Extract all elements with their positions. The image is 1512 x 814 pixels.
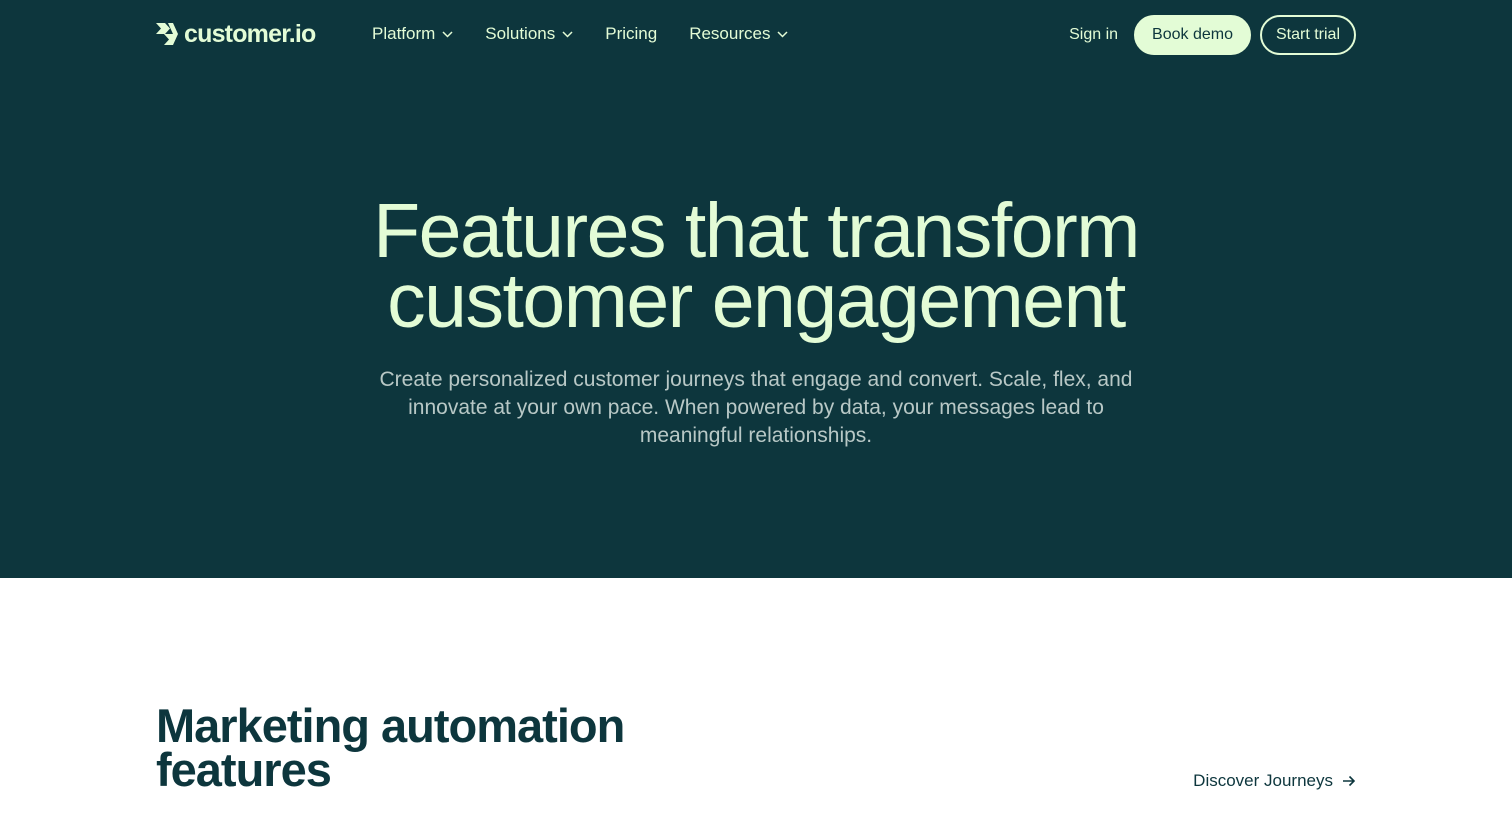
hero-subtitle: Create personalized customer journeys th… [379,368,1133,447]
discover-journeys-label: Discover Journeys [1193,771,1333,790]
logo[interactable]: customer.io [156,20,316,48]
hero-title: Features that transform customer engagem… [0,193,1512,340]
chevron-down-icon [562,30,573,38]
section-title: Marketing automation features [156,699,625,796]
nav-links: Platform Solutions Pricing Resources [372,22,820,46]
nav-actions: Sign in Book demo Start trial [1069,15,1356,55]
book-demo-button[interactable]: Book demo [1134,15,1251,55]
nav-item-platform[interactable]: Platform [372,22,453,46]
hero-section: customer.io Platform Solutions Pricing R… [0,0,1512,578]
start-trial-button[interactable]: Start trial [1259,15,1356,55]
nav-item-resources[interactable]: Resources [689,22,788,46]
arrow-right-icon [1343,775,1356,787]
nav-item-label: Pricing [605,24,658,43]
sign-in-link[interactable]: Sign in [1069,26,1118,44]
features-section: Marketing automation features Discover J… [0,578,1512,814]
nav-item-label: Platform [372,24,436,43]
nav-item-pricing[interactable]: Pricing [605,22,657,46]
top-nav: customer.io Platform Solutions Pricing R… [0,0,1512,70]
logo-mark-icon [156,23,178,45]
chevron-down-icon [777,30,788,38]
nav-item-label: Resources [689,24,771,43]
hero-title-line-2: customer engagement [387,258,1126,344]
logo-text: customer.io [184,20,316,48]
discover-journeys-link[interactable]: Discover Journeys [1193,771,1356,791]
chevron-down-icon [442,30,453,38]
nav-item-solutions[interactable]: Solutions [485,22,573,46]
nav-item-label: Solutions [485,24,556,43]
